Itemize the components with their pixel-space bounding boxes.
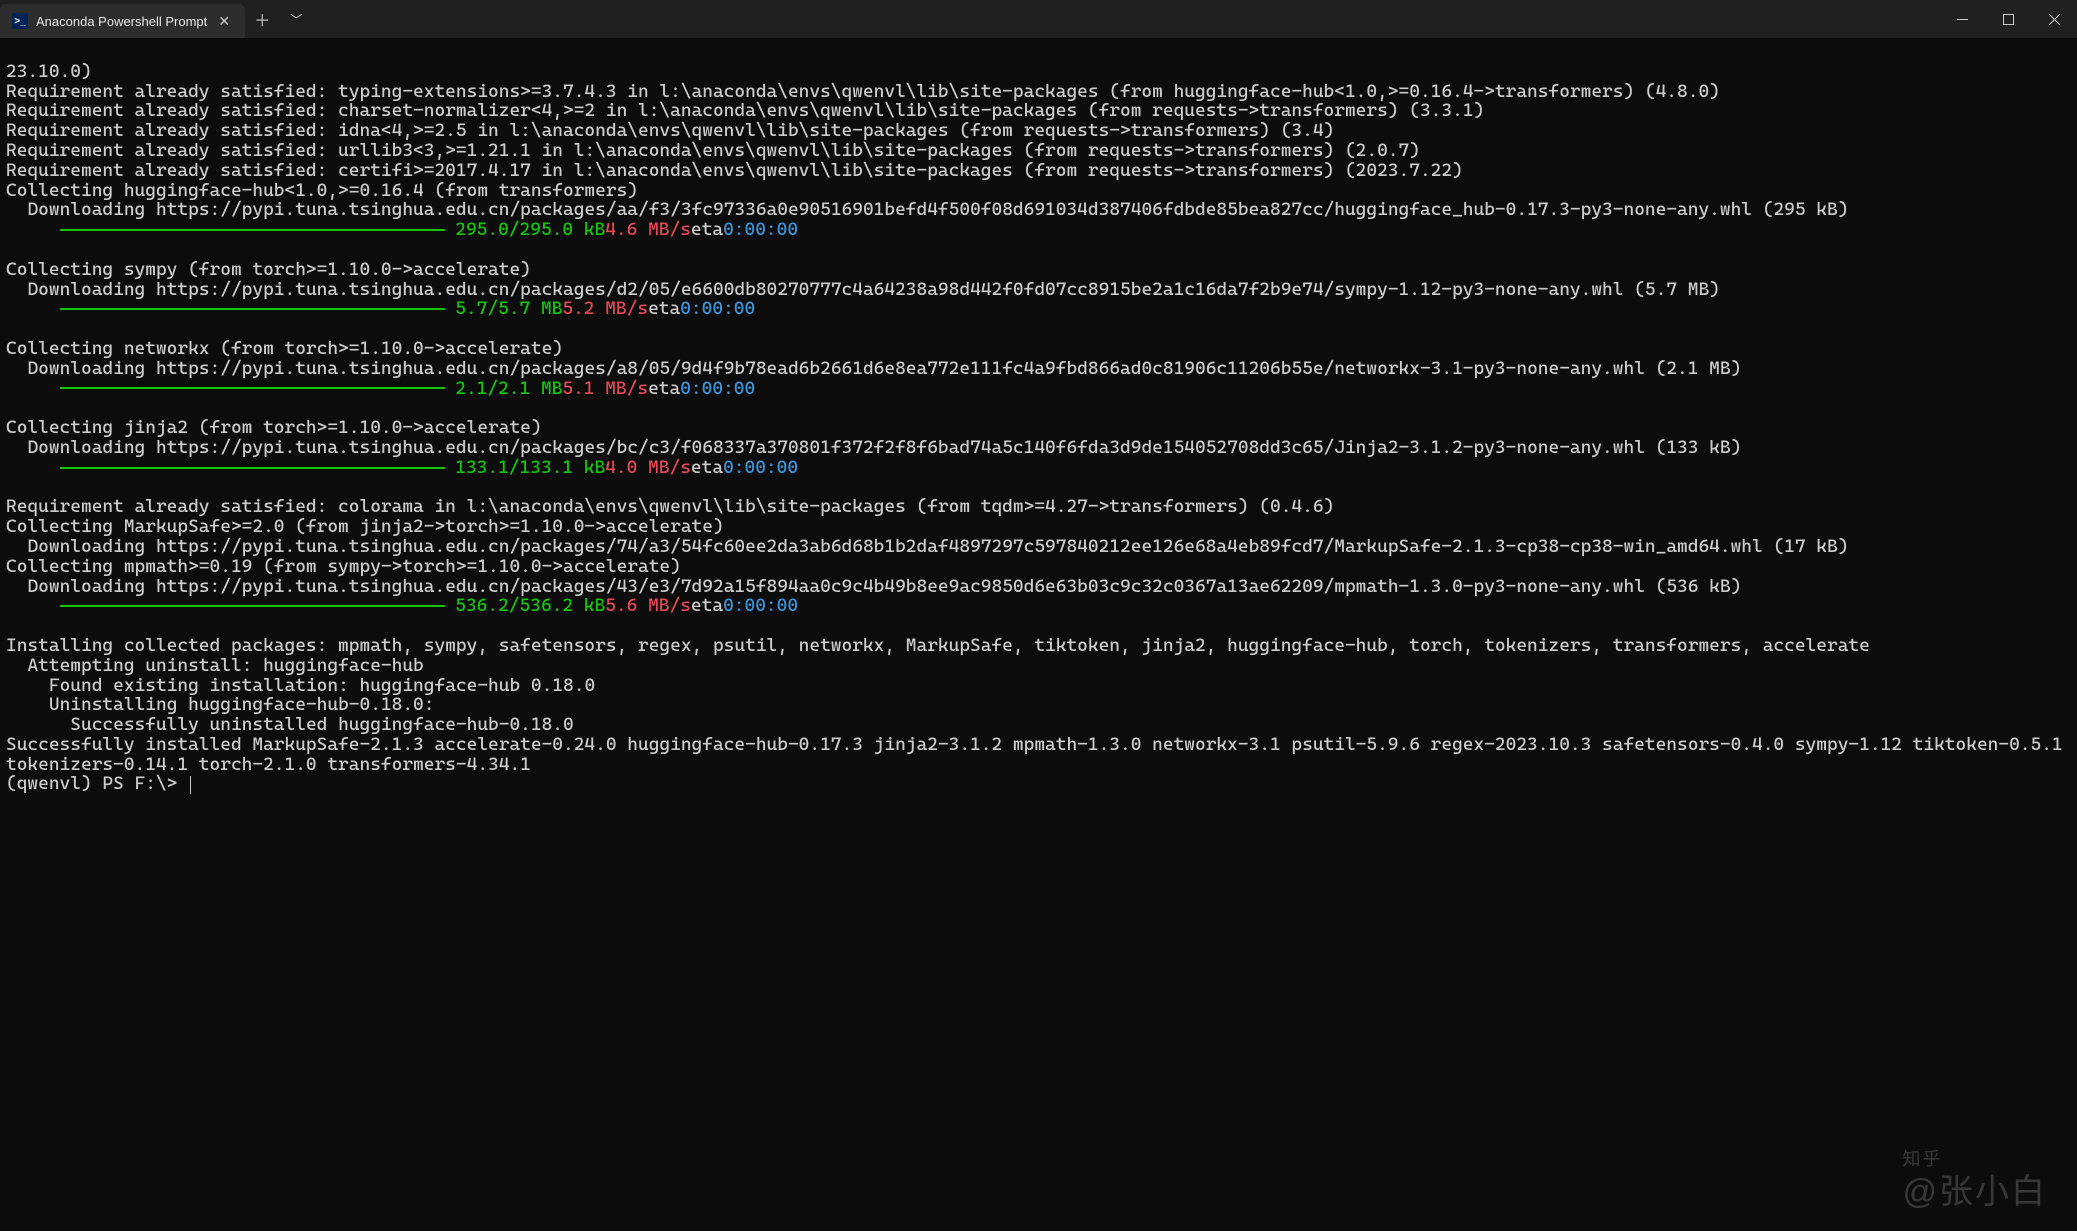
progress-eta-label: eta (648, 299, 680, 319)
output-line: Collecting mpmath>=0.19 (from sympy->tor… (6, 556, 681, 577)
output-line: Collecting jinja2 (from torch>=1.10.0->a… (6, 417, 542, 438)
output-line: Found existing installation: huggingface… (6, 675, 595, 696)
progress-size: 536.2/536.2 kB (455, 596, 605, 616)
progress-line: 536.2/536.2 kB 5.6 MB/s eta 0:00:00 (6, 596, 2071, 616)
close-window-button[interactable] (2031, 0, 2077, 38)
output-line: Downloading https://pypi.tuna.tsinghua.e… (6, 358, 1741, 379)
output-line: Collecting networkx (from torch>=1.10.0-… (6, 338, 563, 359)
progress-eta: 0:00:00 (680, 299, 755, 319)
progress-size: 5.7/5.7 MB (455, 299, 562, 319)
progress-eta: 0:00:00 (723, 220, 798, 240)
tab-actions: ＋ ﹀ (245, 0, 313, 38)
progress-speed: 4.0 MB/s (605, 458, 691, 478)
progress-bar-icon (60, 387, 445, 389)
progress-size: 2.1/2.1 MB (455, 379, 562, 399)
progress-line: 133.1/133.1 kB 4.0 MB/s eta 0:00:00 (6, 458, 2071, 478)
output-line: Downloading https://pypi.tuna.tsinghua.e… (6, 199, 1848, 220)
progress-eta-label: eta (691, 458, 723, 478)
progress-line: 5.7/5.7 MB 5.2 MB/s eta 0:00:00 (6, 299, 2071, 319)
output-line: Requirement already satisfied: charset-n… (6, 100, 1484, 121)
progress-line: 2.1/2.1 MB 5.1 MB/s eta 0:00:00 (6, 379, 2071, 399)
output-line: Requirement already satisfied: certifi>=… (6, 160, 1463, 181)
progress-eta-label: eta (691, 596, 723, 616)
progress-eta: 0:00:00 (723, 458, 798, 478)
titlebar: >_ Anaconda Powershell Prompt ✕ ＋ ﹀ (0, 0, 2077, 38)
output-line: Downloading https://pypi.tuna.tsinghua.e… (6, 437, 1741, 458)
progress-eta: 0:00:00 (723, 596, 798, 616)
prompt-text: (qwenvl) PS F:\> (6, 773, 188, 794)
progress-eta-label: eta (691, 220, 723, 240)
progress-line: 295.0/295.0 kB 4.6 MB/s eta 0:00:00 (6, 220, 2071, 240)
progress-bar-icon (60, 605, 445, 607)
output-line: Requirement already satisfied: typing-ex… (6, 81, 1720, 102)
output-line: Collecting sympy (from torch>=1.10.0->ac… (6, 259, 531, 280)
output-line: Successfully installed MarkupSafe-2.1.3 … (6, 734, 2073, 775)
tab-dropdown-button[interactable]: ﹀ (279, 0, 313, 38)
progress-speed: 4.6 MB/s (605, 220, 691, 240)
powershell-icon: >_ (12, 13, 28, 29)
tab-strip: >_ Anaconda Powershell Prompt ✕ (0, 0, 245, 38)
new-tab-button[interactable]: ＋ (245, 0, 279, 38)
progress-speed: 5.6 MB/s (605, 596, 691, 616)
tab-active[interactable]: >_ Anaconda Powershell Prompt ✕ (0, 4, 245, 38)
cursor-icon (190, 776, 191, 794)
output-line: Successfully uninstalled huggingface-hub… (6, 714, 574, 735)
progress-bar-icon (60, 467, 445, 469)
output-line: Collecting huggingface-hub<1.0,>=0.16.4 … (6, 180, 638, 201)
output-line: Collecting MarkupSafe>=2.0 (from jinja2-… (6, 516, 724, 537)
progress-size: 133.1/133.1 kB (455, 458, 605, 478)
output-line: Uninstalling huggingface-hub-0.18.0: (6, 694, 434, 715)
output-line: Attempting uninstall: huggingface-hub (6, 655, 424, 676)
app-window: >_ Anaconda Powershell Prompt ✕ ＋ ﹀ 23.1… (0, 0, 2077, 1231)
maximize-button[interactable] (1985, 0, 2031, 38)
output-line: Downloading https://pypi.tuna.tsinghua.e… (6, 279, 1720, 300)
prompt-line[interactable]: (qwenvl) PS F:\> (6, 773, 191, 794)
output-line: Requirement already satisfied: urllib3<3… (6, 140, 1420, 161)
progress-size: 295.0/295.0 kB (455, 220, 605, 240)
progress-bar-icon (60, 229, 445, 231)
window-controls (1939, 0, 2077, 38)
terminal-output[interactable]: 23.10.0) Requirement already satisfied: … (0, 38, 2077, 1231)
output-line: Downloading https://pypi.tuna.tsinghua.e… (6, 536, 1848, 557)
minimize-button[interactable] (1939, 0, 1985, 38)
output-line: Requirement already satisfied: colorama … (6, 496, 1334, 517)
output-line: Installing collected packages: mpmath, s… (6, 635, 1870, 656)
progress-eta-label: eta (648, 379, 680, 399)
tab-title: Anaconda Powershell Prompt (36, 14, 207, 29)
progress-eta: 0:00:00 (680, 379, 755, 399)
output-line: Requirement already satisfied: idna<4,>=… (6, 120, 1334, 141)
titlebar-drag-region[interactable] (313, 0, 1939, 38)
close-tab-button[interactable]: ✕ (215, 12, 233, 30)
progress-speed: 5.2 MB/s (562, 299, 648, 319)
output-line: Downloading https://pypi.tuna.tsinghua.e… (6, 576, 1741, 597)
progress-bar-icon (60, 308, 445, 310)
output-line: 23.10.0) (6, 61, 92, 82)
progress-speed: 5.1 MB/s (562, 379, 648, 399)
